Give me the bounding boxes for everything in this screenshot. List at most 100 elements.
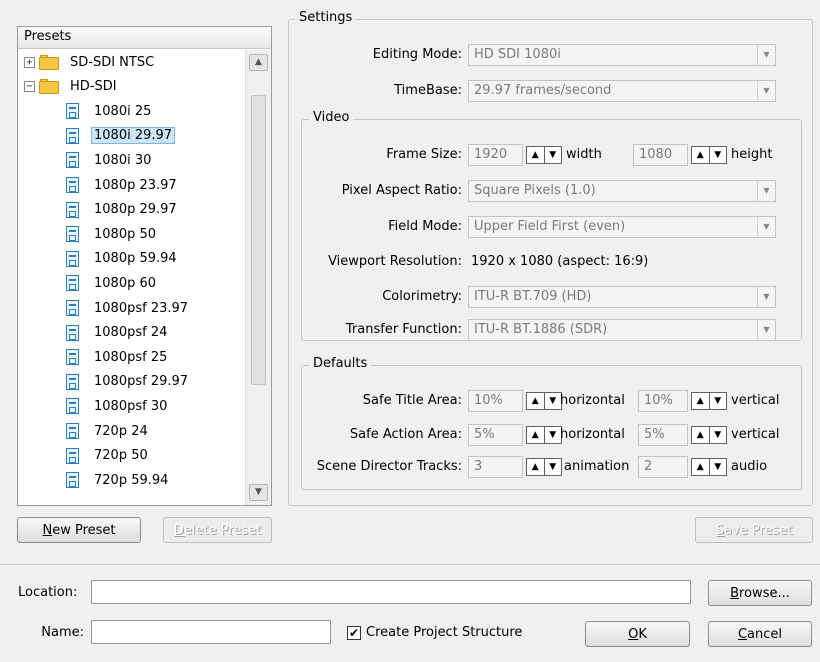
tree-item[interactable]: 720p 50 — [66, 445, 151, 467]
settings-title: Settings — [295, 10, 357, 25]
spin-down-icon[interactable]: ▼ — [545, 459, 562, 475]
spin-up-icon[interactable]: ▲ — [527, 427, 545, 443]
editing-mode-select[interactable]: HD SDI 1080i ▼ — [468, 44, 776, 66]
tree-item[interactable]: 1080p 23.97 — [66, 174, 180, 196]
delete-preset-button[interactable]: Delete Preset — [163, 517, 272, 543]
tree-item[interactable]: − HD-SDI — [24, 76, 120, 98]
expand-icon[interactable]: + — [24, 56, 35, 68]
safe-action-v-stepper[interactable]: ▲ ▼ — [691, 426, 727, 444]
spin-down-icon[interactable]: ▼ — [710, 427, 727, 443]
preset-file-icon — [66, 373, 79, 390]
preset-file-icon — [66, 300, 79, 316]
collapse-icon[interactable]: − — [24, 81, 35, 93]
safe-title-h-stepper[interactable]: ▲ ▼ — [526, 392, 562, 410]
browse-button[interactable]: Browse... — [708, 580, 812, 606]
preset-file-icon — [66, 349, 79, 366]
safe-title-v-unit: vertical — [731, 393, 780, 408]
spin-up-icon[interactable]: ▲ — [527, 147, 545, 163]
new-preset-button[interactable]: New Preset — [17, 517, 141, 543]
tree-item[interactable]: 1080psf 24 — [66, 322, 170, 344]
tree-item[interactable]: 720p 24 — [66, 420, 151, 442]
safe-action-v-input[interactable]: 5% — [638, 424, 688, 446]
frame-width-input[interactable]: 1920 — [468, 144, 523, 166]
location-input[interactable] — [91, 580, 691, 604]
spin-down-icon[interactable]: ▼ — [710, 393, 727, 409]
create-structure-checkbox[interactable]: ✔ — [347, 626, 361, 640]
scroll-down-icon[interactable]: ▼ — [249, 484, 268, 501]
audio-tracks-input[interactable]: 2 — [638, 456, 688, 478]
chevron-down-icon: ▼ — [757, 81, 775, 101]
tree-item[interactable]: 1080p 50 — [66, 223, 159, 245]
preset-file-icon — [66, 423, 79, 439]
spin-down-icon[interactable]: ▼ — [545, 147, 562, 163]
safe-title-v-input[interactable]: 10% — [638, 390, 688, 412]
frame-height-stepper[interactable]: ▲ ▼ — [691, 146, 727, 164]
tree-item[interactable]: 1080psf 29.97 — [66, 371, 191, 393]
tree-item[interactable]: 1080p 60 — [66, 272, 159, 294]
preset-file-icon — [66, 103, 79, 120]
tree-item[interactable]: 1080psf 30 — [66, 395, 170, 417]
tree-item-label: 1080i 25 — [94, 103, 152, 119]
tree-item[interactable]: 1080i 29.97 — [66, 125, 176, 147]
field-mode-select[interactable]: Upper Field First (even) ▼ — [468, 216, 776, 238]
tree-item[interactable]: 1080i 30 — [66, 149, 154, 171]
chevron-down-icon: ▼ — [757, 217, 775, 237]
preset-file-icon — [66, 177, 79, 193]
tree-item-label: 720p 24 — [94, 423, 148, 439]
spin-up-icon[interactable]: ▲ — [692, 427, 710, 443]
tree-item-label: 1080p 60 — [94, 275, 157, 291]
animation-tracks-unit: animation — [564, 459, 630, 474]
tree-item-label: 1080p 29.97 — [94, 202, 177, 218]
chevron-down-icon: ▼ — [757, 287, 775, 307]
safe-action-h-stepper[interactable]: ▲ ▼ — [526, 426, 562, 444]
colorimetry-select[interactable]: ITU-R BT.709 (HD) ▼ — [468, 286, 776, 308]
safe-action-h-input[interactable]: 5% — [468, 424, 523, 446]
tree-item-label: 1080p 50 — [94, 226, 157, 242]
editing-mode-label: Editing Mode: — [372, 47, 462, 62]
spin-down-icon[interactable]: ▼ — [710, 147, 727, 163]
save-preset-button[interactable]: Save Preset — [695, 517, 813, 543]
name-input[interactable] — [91, 620, 331, 644]
animation-tracks-stepper[interactable]: ▲ ▼ — [526, 458, 562, 476]
audio-tracks-unit: audio — [731, 459, 768, 474]
tree-item[interactable]: 1080psf 23.97 — [66, 297, 191, 319]
tree-item-label: 1080p 23.97 — [94, 177, 177, 193]
scroll-up-icon[interactable]: ▲ — [249, 54, 268, 71]
tree-item-label: 1080i 30 — [94, 152, 152, 168]
safe-title-v-stepper[interactable]: ▲ ▼ — [691, 392, 727, 410]
animation-tracks-input[interactable]: 3 — [468, 456, 523, 478]
safe-title-h-input[interactable]: 10% — [468, 390, 523, 412]
cancel-button[interactable]: Cancel — [708, 621, 812, 647]
tree-item-label: 1080i 29.97 — [91, 127, 176, 145]
presets-scrollbar[interactable]: ▲ ▼ — [245, 50, 271, 505]
spin-down-icon[interactable]: ▼ — [545, 427, 562, 443]
spin-up-icon[interactable]: ▲ — [692, 459, 710, 475]
safe-title-label: Safe Title Area: — [362, 393, 462, 408]
spin-up-icon[interactable]: ▲ — [692, 393, 710, 409]
preset-file-icon — [66, 152, 79, 169]
tree-item[interactable]: 1080psf 25 — [66, 346, 170, 368]
tree-item[interactable]: 720p 59.94 — [66, 469, 171, 491]
spin-up-icon[interactable]: ▲ — [527, 393, 545, 409]
spin-up-icon[interactable]: ▲ — [527, 459, 545, 475]
spin-up-icon[interactable]: ▲ — [692, 147, 710, 163]
pixel-aspect-select[interactable]: Square Pixels (1.0) ▼ — [468, 180, 776, 202]
audio-tracks-stepper[interactable]: ▲ ▼ — [691, 458, 727, 476]
tree-item[interactable]: 1080i 25 — [66, 100, 154, 122]
scroll-thumb[interactable] — [251, 95, 266, 385]
frame-height-input[interactable]: 1080 — [633, 144, 688, 166]
tree-item-label: SD-SDI NTSC — [70, 54, 155, 70]
preset-file-icon — [66, 250, 79, 267]
tree-item[interactable]: + SD-SDI NTSC — [24, 51, 157, 73]
tree-item[interactable]: 1080p 29.97 — [66, 199, 180, 221]
spin-down-icon[interactable]: ▼ — [710, 459, 727, 475]
transfer-label: Transfer Function: — [345, 322, 462, 337]
spin-down-icon[interactable]: ▼ — [545, 393, 562, 409]
transfer-select[interactable]: ITU-R BT.1886 (SDR) ▼ — [468, 319, 776, 341]
frame-width-stepper[interactable]: ▲ ▼ — [526, 146, 562, 164]
timebase-select[interactable]: 29.97 frames/second ▼ — [468, 80, 776, 102]
chevron-down-icon: ▼ — [757, 320, 775, 340]
ok-button[interactable]: OK — [585, 621, 690, 647]
tree-item[interactable]: 1080p 59.94 — [66, 248, 180, 270]
safe-action-h-unit: horizontal — [560, 427, 625, 442]
